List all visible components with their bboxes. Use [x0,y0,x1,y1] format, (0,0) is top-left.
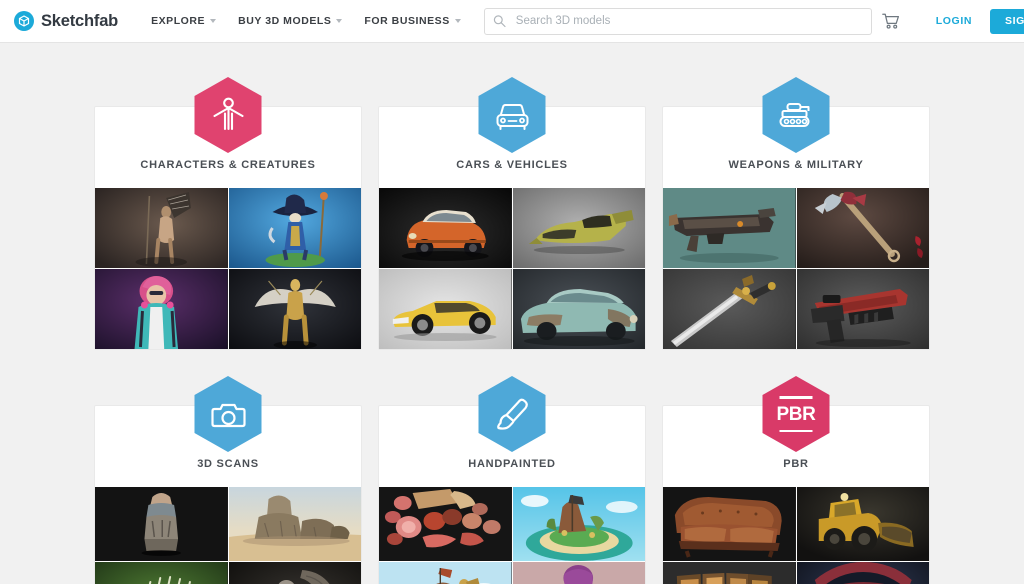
search-container [483,7,872,35]
search-input[interactable] [483,7,872,35]
thumbnail-rusted-teal-sedan-wreck[interactable] [512,269,645,349]
thumbnail-yellow-bulldozer-loader[interactable] [796,487,929,561]
pbr-top-rule [779,396,813,399]
category-card-pbr[interactable]: PBR PBR [662,376,930,584]
pbr-badge-text: PBR [776,403,816,425]
thumbnail-grid [95,188,361,349]
category-card-weapons-military[interactable]: Weapons & Military [662,77,930,350]
header-actions: Login Sign Up Upload [872,8,1024,34]
thumbnail-orange-vintage-compact-car[interactable] [379,188,512,268]
top-navigation-bar: Sketchfab Explore Buy 3D Models For Busi… [0,0,1024,43]
thumbnail-purple-haired-stylized-girl[interactable] [512,562,645,584]
category-card-cars-vehicles[interactable]: Cars & Vehicles [378,77,646,350]
nav-item-explore-label: Explore [151,15,206,27]
thumbnail-blue-witch-character-with-hat[interactable] [228,188,361,268]
shopping-cart-icon[interactable] [872,9,910,34]
signup-button[interactable]: Sign Up [990,8,1024,34]
pbr-bottom-rule [779,429,813,432]
nav-item-for-business[interactable]: For Business [353,9,471,33]
main-nav: Explore Buy 3D Models For Business [140,9,472,33]
thumbnail-red-black-pistol[interactable] [796,269,929,349]
nav-item-buy-3d-models-label: Buy 3D Models [238,15,332,27]
thumbnail-stylized-meat-and-food-props[interactable] [379,487,512,561]
thumbnail-yellow-muscle-sports-car[interactable] [379,269,512,349]
thumbnail-grid [379,487,645,584]
thumbnail-dinosaur-skeleton-scan[interactable] [95,562,228,584]
thumbnail-grid [379,188,645,349]
thumbnail-golden-winged-angel-figure[interactable] [228,269,361,349]
thumbnail-native-warrior-with-feather-headdress[interactable] [95,188,228,268]
thumbnail-brown-leather-chesterfield-sofa[interactable] [663,487,796,561]
thumbnail-grid [95,487,361,584]
chevron-down-icon [454,19,461,23]
thumbnail-scanned-stone-megalith-ruin[interactable] [228,487,361,561]
thumbnail-grid [663,487,929,584]
nav-item-buy-3d-models[interactable]: Buy 3D Models [227,9,353,33]
thumbnail-tropical-island-pirate-ship-diorama[interactable] [512,487,645,561]
thumbnail-yellow-futuristic-hover-vehicle[interactable] [512,188,645,268]
thumbnail-wooden-arcade-cabinets-row[interactable] [663,562,796,584]
category-card-handpainted[interactable]: Handpainted [378,376,646,584]
login-link[interactable]: Login [924,9,984,33]
thumbnail-grid [663,188,929,349]
thumbnail-scanned-ceramic-figurine[interactable] [95,487,228,561]
thumbnail-floating-steampunk-airship[interactable] [379,562,512,584]
thumbnail-spaceship-cockpit-interior[interactable] [796,562,929,584]
nav-item-explore[interactable]: Explore [140,9,227,33]
category-card-characters-creatures[interactable]: Characters & Creatures [94,77,362,350]
thumbnail-weeping-angel-statue-scan[interactable] [228,562,361,584]
brand-name-text: Sketchfab [41,11,119,30]
thumbnail-long-fantasy-sword[interactable] [663,269,796,349]
chevron-down-icon [210,19,217,23]
sketchfab-logo-icon [14,11,34,31]
brand-logo-link[interactable]: Sketchfab [14,11,118,31]
category-grid: Characters & Creatures [0,43,1024,584]
thumbnail-ornate-battle-axe[interactable] [796,188,929,268]
nav-item-for-business-label: For Business [364,15,450,27]
signup-button-label: Sign Up [1005,15,1024,27]
category-card-3d-scans[interactable]: 3D Scans [94,376,362,584]
chevron-down-icon [336,19,343,23]
thumbnail-pink-haired-cyberpunk-girl[interactable] [95,269,228,349]
thumbnail-sci-fi-assault-rifle[interactable] [663,188,796,268]
